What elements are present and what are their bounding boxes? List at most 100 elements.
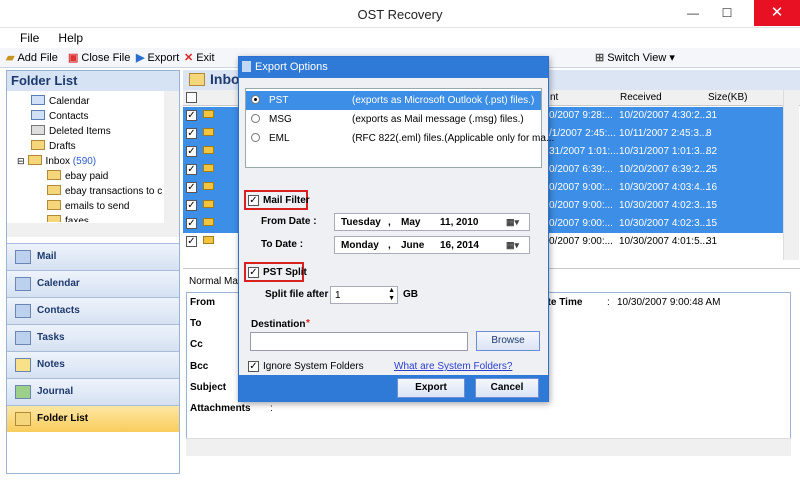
format-pst[interactable]: PST (exports as Microsoft Outlook (.pst) … (246, 91, 541, 110)
journal-icon (15, 385, 31, 399)
field-bcc-label: Bcc (190, 361, 209, 372)
envelope-icon (203, 128, 214, 136)
radio-eml[interactable] (251, 133, 260, 142)
close-window-button[interactable]: ✕ (754, 0, 800, 26)
exit-x-icon: ✕ (184, 52, 194, 64)
notes-icon (15, 358, 31, 372)
folder-pane: Folder List Calendar Contacts Deleted It… (6, 70, 180, 474)
split-file-label: Split file after (265, 289, 329, 300)
folder-item-ebay-transactions[interactable]: ebay transactions to c (47, 185, 162, 197)
folder-item-faxes[interactable]: faxes (47, 215, 89, 222)
message-list-vscrollbar[interactable] (783, 90, 799, 260)
row-checkbox[interactable]: ✓ (186, 218, 197, 229)
from-date-label: From Date : (261, 216, 317, 227)
mail-filter-checkbox[interactable]: ✓ (248, 195, 259, 206)
nav-calendar[interactable]: Calendar (7, 270, 179, 297)
folder-vscrollbar[interactable] (164, 91, 179, 223)
envelope-icon (203, 236, 214, 244)
row-checkbox[interactable]: ✓ (186, 236, 197, 247)
row-checkbox[interactable]: ✓ (186, 182, 197, 193)
nav-journal[interactable]: Journal (7, 378, 179, 405)
mail-filter-label: Mail Filter (263, 195, 310, 206)
what-are-system-folders-link[interactable]: What are System Folders? (394, 361, 512, 372)
envelope-icon (203, 182, 214, 190)
nav-contacts[interactable]: Contacts (7, 297, 179, 324)
row-checkbox[interactable]: ✓ (186, 128, 197, 139)
maximize-button[interactable]: ☐ (712, 0, 742, 26)
collapse-icon: ⊟ (17, 156, 25, 166)
close-file-button[interactable]: ▣ Close File (68, 51, 130, 64)
export-arrow-icon: ▶ (136, 52, 145, 64)
to-date-picker[interactable]: Monday , June 16, 2014 ▦▾ (334, 236, 530, 254)
pst-split-checkbox[interactable]: ✓ (248, 267, 259, 278)
calendar-dropdown-icon[interactable]: ▦▾ (506, 240, 526, 252)
format-msg[interactable]: MSG (exports as Mail message (.msg) files… (246, 110, 541, 129)
col-received[interactable]: Received (620, 92, 662, 103)
nav-tasks[interactable]: Tasks (7, 324, 179, 351)
col-sent[interactable]: nt (550, 92, 558, 103)
exit-button[interactable]: ✕ Exit (184, 51, 215, 64)
calendar-icon (31, 95, 45, 105)
attachments-colon: : (270, 403, 273, 414)
menu-help[interactable]: Help (50, 28, 91, 48)
calendar-dropdown-icon[interactable]: ▦▾ (506, 217, 526, 229)
tab-normal-mail[interactable]: Normal Ma (189, 276, 238, 287)
minimize-button[interactable]: — (678, 0, 708, 26)
col-size[interactable]: Size(KB) (708, 92, 747, 103)
title-bar: OST Recovery — ☐ ✕ (0, 0, 800, 28)
mail-icon (15, 250, 31, 264)
split-unit: GB (403, 289, 418, 300)
nav-notes[interactable]: Notes (7, 351, 179, 378)
contacts-icon (15, 304, 31, 318)
deleted-items-icon (31, 125, 45, 135)
folder-item-inbox[interactable]: ⊟ Inbox (590) (17, 155, 96, 167)
row-checkbox[interactable]: ✓ (186, 146, 197, 157)
field-attachments-label: Attachments (190, 403, 251, 414)
required-marker: * (306, 318, 310, 329)
switch-view-button[interactable]: ⊞ Switch View ▾ (595, 51, 675, 64)
folder-list-header: Folder List (7, 71, 179, 91)
radio-pst[interactable] (251, 95, 260, 104)
spin-arrows-icon[interactable]: ▲ ▼ (388, 287, 395, 303)
browse-button[interactable]: Browse (476, 331, 540, 351)
from-date-picker[interactable]: Tuesday , May 11, 2010 ▦▾ (334, 213, 530, 231)
row-checkbox[interactable]: ✓ (186, 200, 197, 211)
to-date-label: To Date : (261, 239, 304, 250)
folder-icon (47, 200, 61, 210)
nav-mail[interactable]: Mail (7, 243, 179, 270)
folder-item-calendar[interactable]: Calendar (31, 95, 90, 107)
select-all-checkbox[interactable] (186, 92, 197, 103)
folder-item-emails-to-send[interactable]: emails to send (47, 200, 129, 212)
folder-item-drafts[interactable]: Drafts (31, 140, 76, 152)
export-button[interactable]: ▶ Export (136, 51, 179, 64)
dialog-title: Export Options (239, 57, 548, 78)
ignore-system-checkbox[interactable]: ✓ (248, 361, 259, 372)
row-checkbox[interactable]: ✓ (186, 164, 197, 175)
menu-file[interactable]: File (12, 28, 47, 48)
split-size-stepper[interactable]: 1 ▲ ▼ (330, 286, 398, 304)
drafts-icon (31, 140, 45, 150)
date-time-value: 10/30/2007 9:00:48 AM (617, 297, 721, 308)
ignore-system-label: Ignore System Folders (263, 361, 364, 372)
destination-input[interactable] (250, 332, 468, 351)
nav-folder-list[interactable]: Folder List (7, 405, 179, 432)
cancel-button[interactable]: Cancel (475, 378, 539, 398)
export-confirm-button[interactable]: Export (397, 378, 465, 398)
envelope-icon (203, 218, 214, 226)
field-subject-label: Subject (190, 382, 227, 393)
folder-item-deleted[interactable]: Deleted Items (31, 125, 111, 137)
format-eml[interactable]: EML (RFC 822(.eml) files.(Applicable only… (246, 129, 554, 148)
close-file-icon: ▣ (68, 52, 79, 64)
radio-msg[interactable] (251, 114, 260, 123)
envelope-icon (203, 146, 214, 154)
add-file-button[interactable]: ▰ Add File (6, 51, 58, 64)
dialog-body: PST (exports as Microsoft Outlook (.pst) … (239, 78, 554, 375)
pst-split-label: PST Split (263, 267, 307, 278)
calendar-icon (15, 277, 31, 291)
reading-hscrollbar[interactable] (186, 438, 791, 456)
folder-item-ebay-paid[interactable]: ebay paid (47, 170, 108, 182)
folder-item-contacts[interactable]: Contacts (31, 110, 88, 122)
folder-hscrollbar[interactable] (7, 223, 179, 237)
row-checkbox[interactable]: ✓ (186, 110, 197, 121)
envelope-icon (203, 110, 214, 118)
